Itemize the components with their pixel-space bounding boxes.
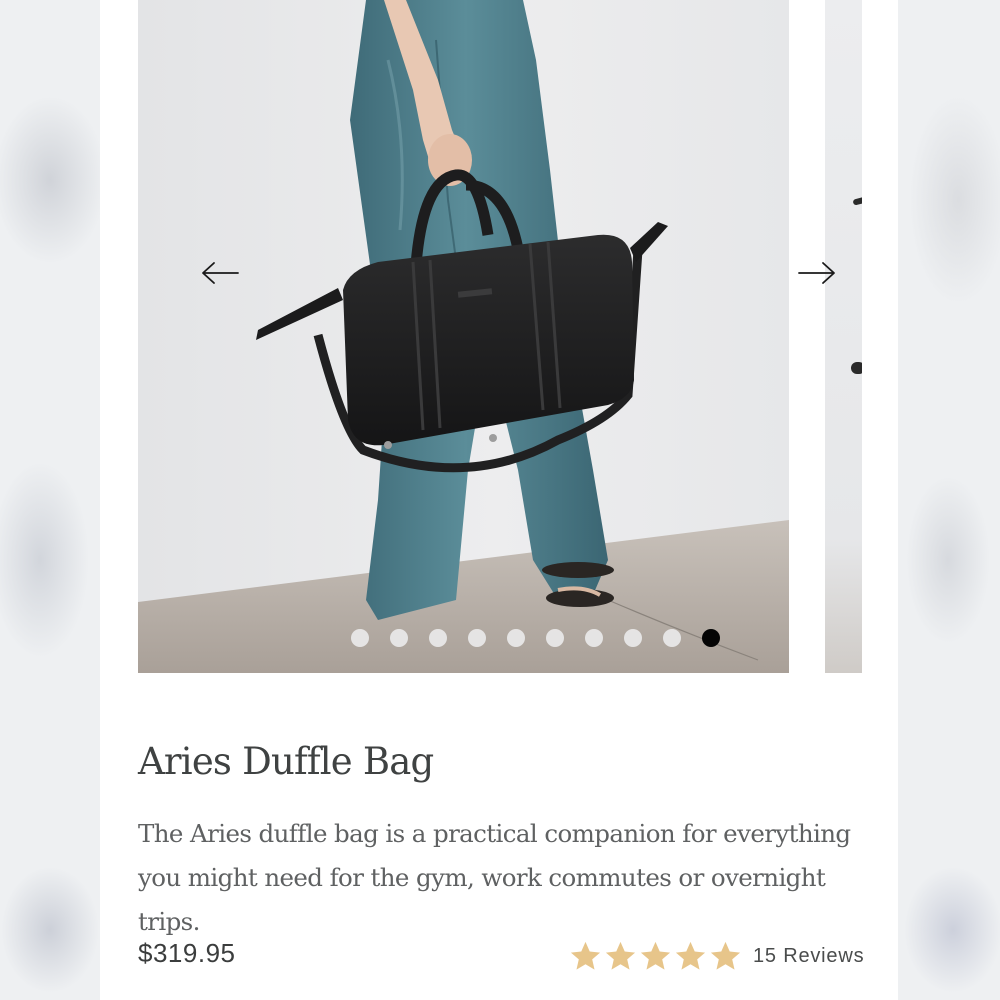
reviews-count-link[interactable]: 15 Reviews bbox=[753, 945, 864, 968]
gallery-dot-active[interactable] bbox=[702, 629, 720, 647]
star-icon bbox=[640, 941, 671, 970]
gallery-dot[interactable] bbox=[507, 629, 525, 647]
gallery-dot[interactable] bbox=[429, 629, 447, 647]
product-card: Aries Duffle Bag The Aries duffle bag is… bbox=[100, 0, 898, 1000]
peek-bag-strap bbox=[852, 196, 862, 206]
product-image bbox=[138, 0, 789, 673]
product-description: The Aries duffle bag is a practical comp… bbox=[138, 819, 851, 936]
gallery-dot[interactable] bbox=[585, 629, 603, 647]
gallery-pagination bbox=[351, 628, 720, 648]
product-rating[interactable]: 15 Reviews bbox=[568, 936, 864, 976]
background-blur-right bbox=[898, 0, 1000, 1000]
star-icon bbox=[570, 941, 601, 970]
product-image-gallery[interactable] bbox=[138, 0, 789, 673]
arrow-right-icon bbox=[798, 262, 835, 284]
next-image-preview[interactable] bbox=[825, 0, 862, 673]
star-icon bbox=[675, 941, 706, 970]
peek-bag-strap bbox=[851, 362, 862, 374]
gallery-dot[interactable] bbox=[468, 629, 486, 647]
gallery-dot[interactable] bbox=[546, 629, 564, 647]
star-icon bbox=[710, 941, 741, 970]
gallery-dot[interactable] bbox=[351, 629, 369, 647]
arrow-left-icon bbox=[202, 262, 239, 284]
star-icon bbox=[605, 941, 636, 970]
next-image-button[interactable] bbox=[797, 256, 837, 290]
product-title: Aries Duffle Bag bbox=[138, 740, 434, 783]
gallery-dot[interactable] bbox=[390, 629, 408, 647]
product-price: $319.95 bbox=[138, 938, 236, 968]
previous-image-button[interactable] bbox=[200, 256, 240, 290]
background-blur-left bbox=[0, 0, 100, 1000]
gallery-dot[interactable] bbox=[624, 629, 642, 647]
gallery-dot[interactable] bbox=[663, 629, 681, 647]
